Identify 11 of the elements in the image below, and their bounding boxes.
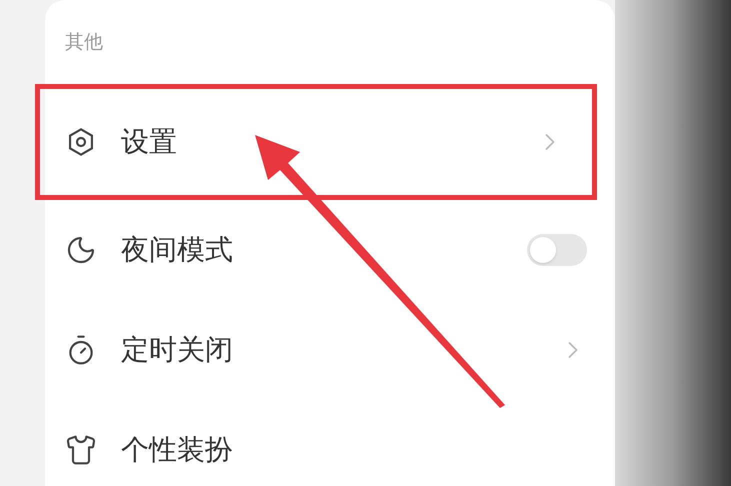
menu-item-label: 定时关闭 [121, 332, 234, 368]
menu-item-label: 个性装扮 [121, 432, 234, 468]
menu-item-label: 设置 [121, 124, 178, 160]
shirt-icon [65, 434, 97, 466]
menu-item[interactable]: 个性装扮 [45, 400, 615, 486]
menu-item[interactable]: 设置 [35, 84, 597, 200]
menu-item-label: 夜间模式 [121, 232, 234, 268]
toggle-switch[interactable] [527, 234, 587, 266]
menu-item[interactable]: 定时关闭 [45, 300, 615, 400]
section-title: 其他 [65, 31, 103, 53]
moon-icon [65, 234, 97, 266]
